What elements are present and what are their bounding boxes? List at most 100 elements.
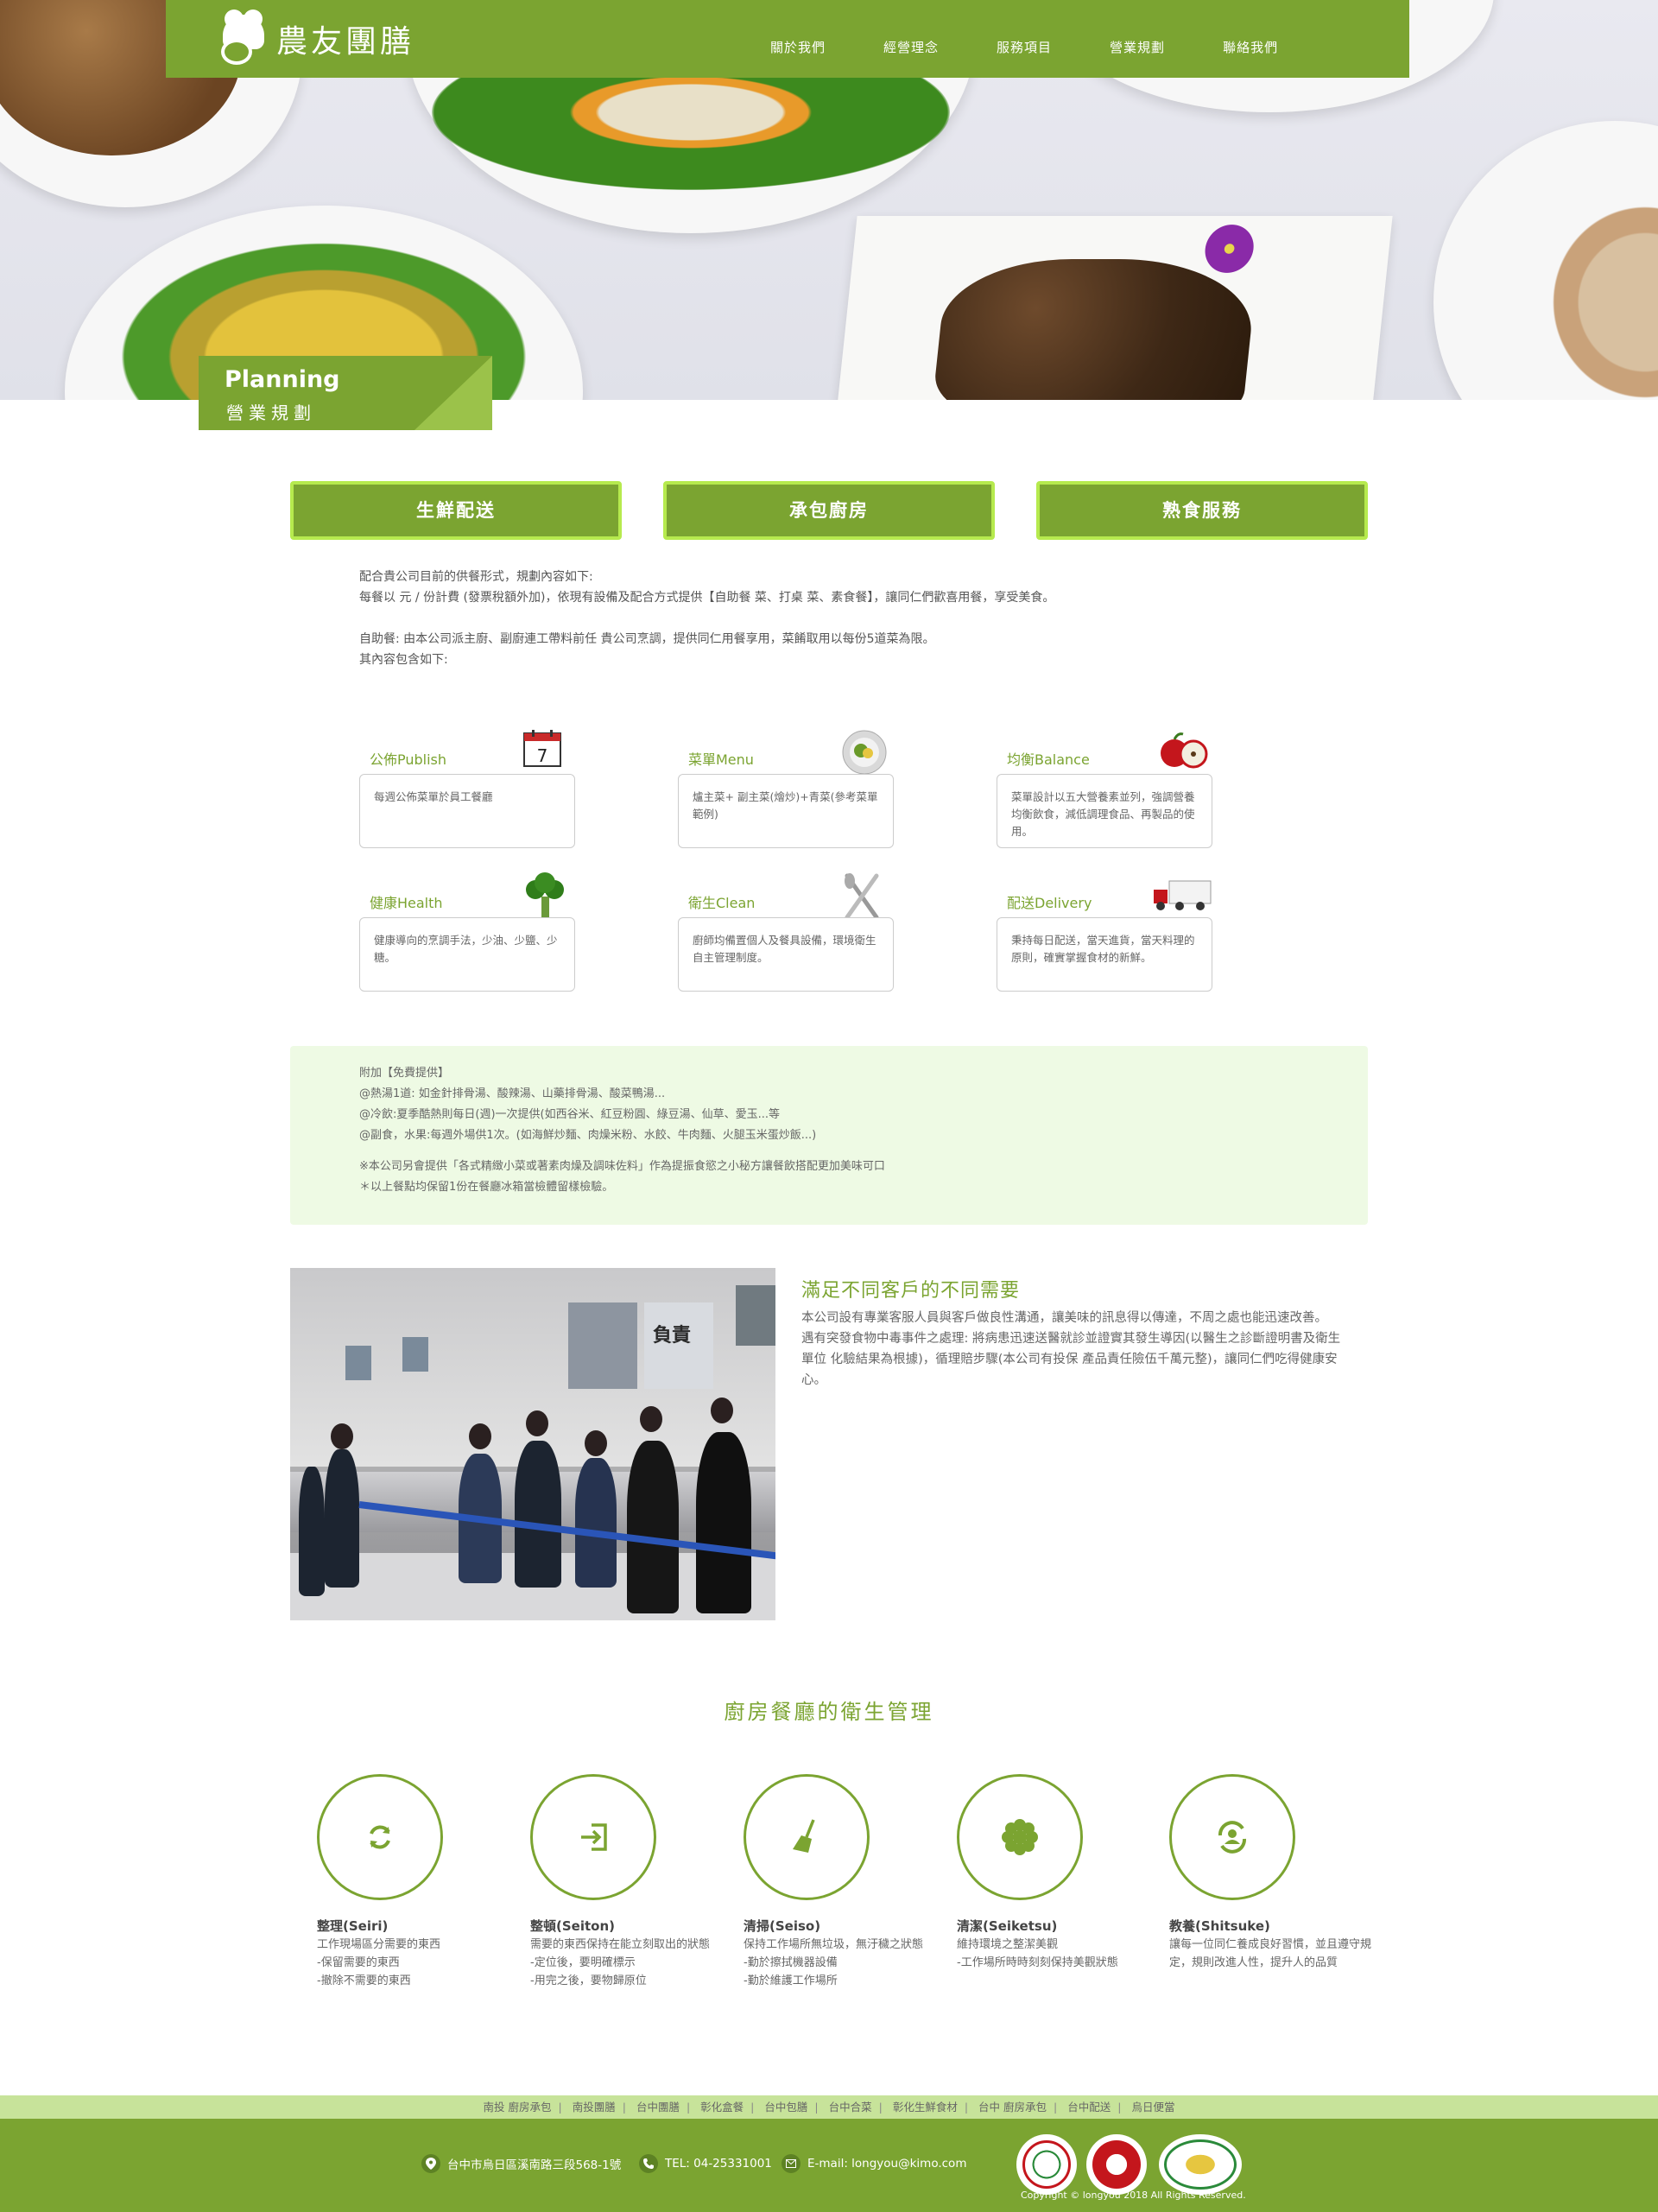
- intro-line: 配合貴公司目前的供餐形式，規劃內容如下:: [359, 570, 593, 584]
- free-offer-box: 附加【免費提供】 @熱湯1道: 如金針排骨湯、酸辣湯、山藥排骨湯、酸菜鴨湯...…: [290, 1046, 1368, 1225]
- desc-line: 工作現場區分需要的東西: [317, 1938, 441, 1951]
- hygiene-name: 清潔(Seiketsu): [957, 1918, 1058, 1934]
- dish-icon: [840, 729, 889, 777]
- desc-line: -勤於維護工作場所: [744, 1974, 838, 1987]
- tab-kitchen-contract[interactable]: 承包廚房: [663, 481, 995, 540]
- intro-line: 其內容包含如下:: [359, 653, 448, 667]
- free-line: 附加【免費提供】: [359, 1067, 450, 1080]
- footer-link[interactable]: 台中包膳: [764, 2101, 807, 2114]
- page-title-en: Planning: [225, 366, 340, 393]
- refresh-icon: [317, 1774, 443, 1900]
- feature-title: 均衡Balance: [1007, 751, 1090, 768]
- free-line: @熱湯1道: 如金針排骨湯、酸辣湯、山藥排骨湯、酸菜鴨湯...: [359, 1087, 666, 1100]
- hygiene-desc: 讓每一位同仁養成良好習慣，並且遵守規定，規則改進人性，提升人的品質: [1169, 1936, 1385, 1972]
- intro-text: 配合貴公司目前的供餐形式，規劃內容如下: 每餐以 元 / 份計費 (發票稅額外加…: [359, 567, 1309, 670]
- phone-icon: [639, 2154, 658, 2173]
- hygiene-name: 整頓(Seiton): [530, 1918, 615, 1934]
- location-pin-icon: [421, 2154, 440, 2173]
- footer-link[interactable]: 彰化盒餐: [700, 2101, 744, 2114]
- footer-link[interactable]: 台中合菜: [829, 2101, 872, 2114]
- footer-address: 台中市烏日區溪南路三段568-1號: [421, 2154, 621, 2173]
- copyright-text: Copyright © longyou 2018 All Rights Rese…: [1021, 2190, 1246, 2201]
- poster-text: 負責: [653, 1325, 692, 1347]
- broom-icon: [744, 1774, 870, 1900]
- desc-line: -定位後，要明確標示: [530, 1956, 636, 1969]
- footer-phone: TEL: 04-25331001: [639, 2154, 772, 2173]
- section-title: 滿足不同客戶的不同需要: [801, 1280, 1021, 1302]
- email-text[interactable]: E-mail: longyou@kimo.com: [807, 2157, 966, 2171]
- nav-philosophy[interactable]: 經營理念: [883, 38, 939, 56]
- desc-line: 需要的東西保持在能立刻取出的狀態: [530, 1938, 711, 1951]
- hygiene-name: 教養(Shitsuke): [1169, 1918, 1270, 1934]
- footer-link[interactable]: 台中配送: [1067, 2101, 1111, 2114]
- feature-title: 衛生Clean: [688, 895, 756, 911]
- desc-line: -勤於擦拭機器設備: [744, 1956, 838, 1969]
- paragraph: 本公司設有專業客服人員與客戶做良性溝通，讓美味的訊息得以傳達，不周之處也能迅速改…: [801, 1311, 1327, 1325]
- hygiene-name: 清掃(Seiso): [744, 1918, 821, 1934]
- calendar-icon: 7: [522, 729, 570, 777]
- desc-line: 維持環境之整潔美觀: [957, 1938, 1059, 1951]
- mail-icon: [782, 2154, 801, 2173]
- footer-email: E-mail: longyou@kimo.com: [782, 2154, 966, 2173]
- phone-text[interactable]: TEL: 04-25331001: [665, 2157, 772, 2171]
- desc-line: -撤除不需要的東西: [317, 1974, 411, 1987]
- footer-links: 南投 廚房承包 | 南投團膳 | 台中團膳 | 彰化盒餐 | 台中包膳 | 台中合菜 | 彰…: [0, 2095, 1658, 2119]
- intro-line: 每餐以 元 / 份計費 (發票稅額外加)，依現有設備及配合方式提供【自助餐 菜、…: [359, 591, 1055, 605]
- footer-link[interactable]: 南投團膳: [573, 2101, 616, 2114]
- utensils-icon: [840, 872, 889, 921]
- salad-plate: [1433, 121, 1658, 400]
- flower-icon: [957, 1774, 1083, 1900]
- nav-services[interactable]: 服務項目: [997, 38, 1052, 56]
- hygiene-desc: 維持環境之整潔美觀 -工作場所時時刻刻保持美觀狀態: [957, 1936, 1173, 1972]
- section-text: 本公司設有專業客服人員與客戶做良性溝通，讓美味的訊息得以傳達，不周之處也能迅速改…: [801, 1308, 1345, 1391]
- desc-line: 保持工作場所無垃圾，無汙穢之狀態: [744, 1938, 924, 1951]
- hygiene-desc: 工作現場區分需要的東西 -保留需要的東西 -撤除不需要的東西: [317, 1936, 533, 1990]
- tab-cooked-food[interactable]: 熟食服務: [1036, 481, 1368, 540]
- footer-link[interactable]: 彰化生鮮食材: [893, 2101, 958, 2114]
- footer-link[interactable]: 台中 廚房承包: [978, 2101, 1047, 2114]
- footer-link[interactable]: 烏日便當: [1131, 2101, 1174, 2114]
- hygiene-desc: 保持工作場所無垃圾，無汙穢之狀態 -勤於擦拭機器設備 -勤於維護工作場所: [744, 1936, 959, 1990]
- broccoli-icon: [522, 872, 570, 921]
- hygiene-title: 廚房餐廳的衛生管理: [724, 1700, 934, 1724]
- nav-planning[interactable]: 營業規劃: [1110, 38, 1165, 56]
- feature-title: 配送Delivery: [1007, 895, 1092, 911]
- desc-line: -保留需要的東西: [317, 1956, 400, 1969]
- feature-title: 菜單Menu: [688, 751, 754, 768]
- tab-fresh-delivery[interactable]: 生鮮配送: [290, 481, 622, 540]
- calendar-day: 7: [537, 745, 548, 766]
- certification-badge-icon: [1016, 2134, 1077, 2195]
- feature-text: 每週公佈菜單於員工餐廳: [359, 774, 575, 848]
- paragraph: 遇有突發食物中毒事件之處理: 將病患迅速送醫就診並證實其發生導因(以醫生之診斷證…: [801, 1332, 1341, 1387]
- feature-text: 爐主菜+ 副主菜(燴炒)+青菜(參考菜單範例): [678, 774, 894, 848]
- service-tabs: 生鮮配送 承包廚房 熟食服務: [290, 481, 1368, 540]
- cafeteria-photo: 負責: [290, 1268, 775, 1620]
- site-header: 農友團膳 關於我們 經營理念 服務項目 營業規劃 聯絡我們: [166, 0, 1409, 78]
- health-food-badge-icon: [1159, 2134, 1242, 2195]
- intro-line: 自助餐: 由本公司派主廚、副廚連工帶料前任 貴公司烹調，提供同仁用餐享用，菜餚取…: [359, 632, 935, 646]
- page-title-tag: Planning 營業規劃: [199, 356, 492, 430]
- feature-title: 健康Health: [370, 895, 443, 911]
- user-refresh-icon: [1169, 1774, 1295, 1900]
- main-nav: 關於我們 經營理念 服務項目 營業規劃 聯絡我們: [770, 38, 1336, 56]
- footer-link[interactable]: 台中團膳: [636, 2101, 680, 2114]
- nav-about[interactable]: 關於我們: [770, 38, 826, 56]
- address-text: 台中市烏日區溪南路三段568-1號: [447, 2158, 622, 2172]
- feature-text: 廚師均備置個人及餐具設備，環境衛生自主管理制度。: [678, 917, 894, 992]
- footer-link[interactable]: 南投 廚房承包: [484, 2101, 552, 2114]
- desc-line: -工作場所時時刻刻保持美觀狀態: [957, 1956, 1118, 1969]
- nav-contact[interactable]: 聯絡我們: [1223, 38, 1278, 56]
- feature-title: 公佈Publish: [370, 751, 447, 768]
- site-footer: 台中市烏日區溪南路三段568-1號 TEL: 04-25331001 E-mai…: [0, 2119, 1658, 2212]
- desc-line: -用完之後，要物歸原位: [530, 1974, 647, 1987]
- site-logo[interactable]: 農友團膳: [218, 10, 414, 66]
- chef-hat-icon: [218, 10, 268, 65]
- hygiene-desc: 需要的東西保持在能立刻取出的狀態 -定位後，要明確標示 -用完之後，要物歸原位: [530, 1936, 746, 1990]
- desc-line: 讓每一位同仁養成良好習慣，並且遵守規定，規則改進人性，提升人的品質: [1169, 1938, 1372, 1969]
- sign-in-icon: [530, 1774, 656, 1900]
- free-note: ※本公司另會提供「各式精緻小菜或著素肉燥及調味佐料」作為提振食慾之小秘方讓餐飲搭…: [359, 1160, 885, 1173]
- free-line: @冷飲:夏季酷熱則每日(週)一次提供(如西谷米、紅豆粉圓、綠豆湯、仙草、愛玉..…: [359, 1108, 780, 1121]
- free-note: ＊以上餐點均保留1份在餐廳冰箱當檢體留樣檢驗。: [359, 1181, 614, 1194]
- page-title-zh: 營業規劃: [226, 402, 316, 423]
- feature-text: 秉持每日配送，當天進貨，當天料理的原則，確實掌握食材的新鮮。: [997, 917, 1212, 992]
